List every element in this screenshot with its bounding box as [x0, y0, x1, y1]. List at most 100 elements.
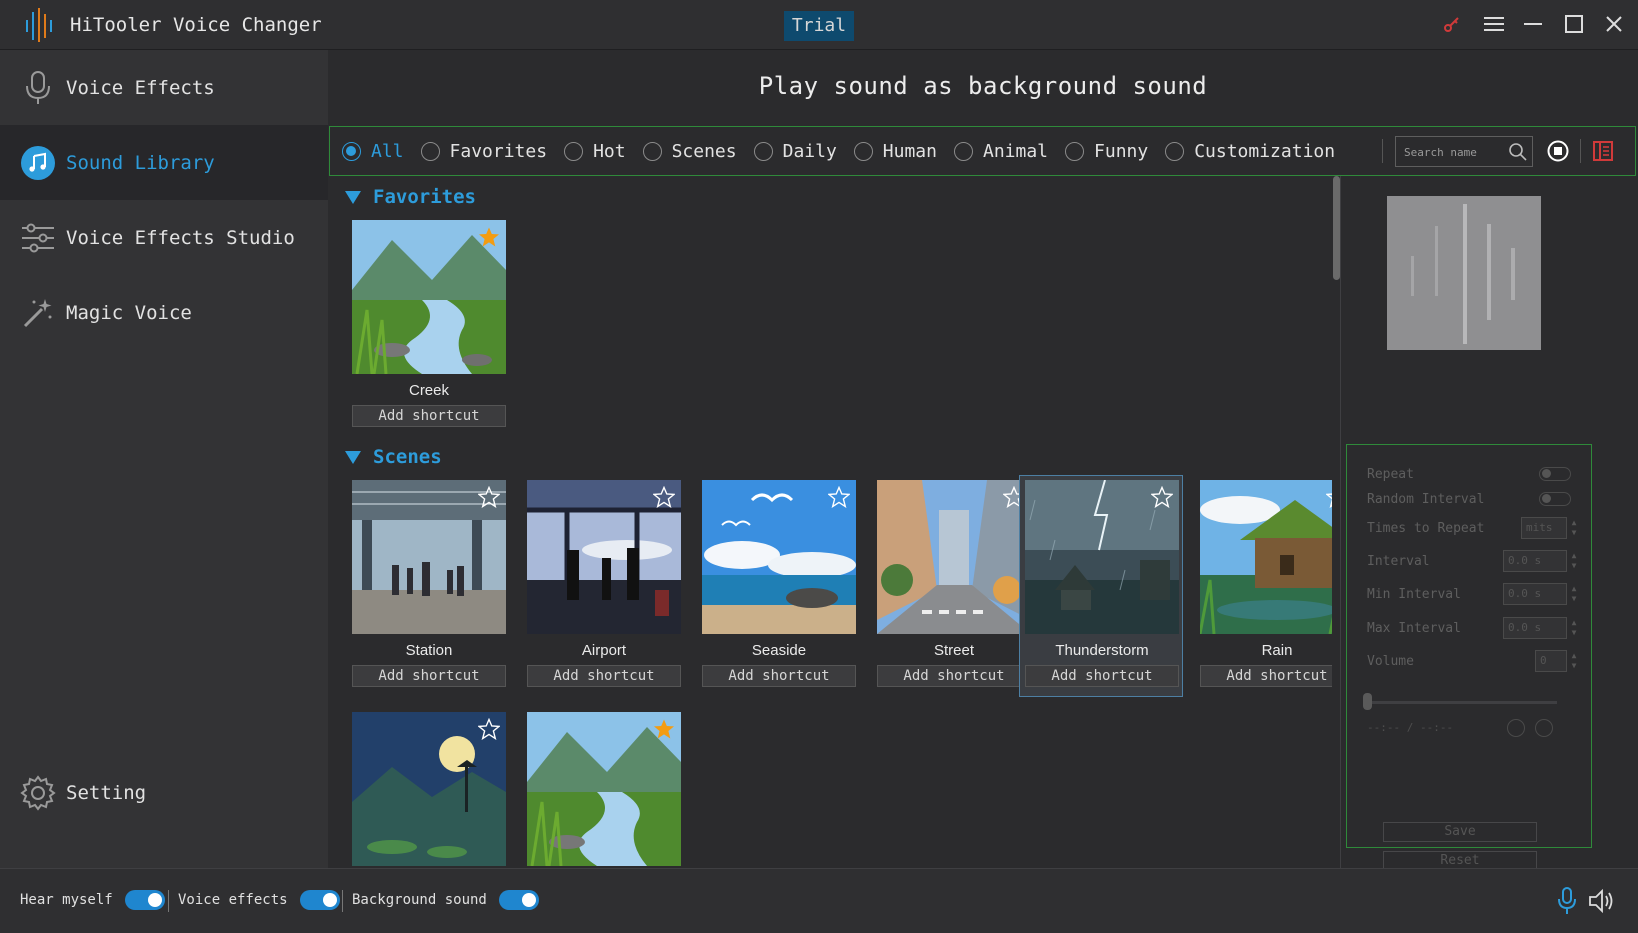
favorite-star-icon[interactable] [477, 485, 501, 509]
magic-wand-icon [20, 295, 56, 331]
spin-arrows-icon[interactable]: ▲ ▼ [1568, 651, 1580, 673]
times-to-repeat-value: mits [1526, 521, 1553, 534]
add-shortcut-button[interactable]: Add shortcut [352, 665, 506, 687]
filter-funny[interactable]: Funny [1065, 141, 1148, 162]
section-title: Favorites [373, 186, 476, 208]
sound-name: Seaside [751, 642, 807, 659]
min-interval-input[interactable]: 0.0 s ▲ ▼ [1503, 583, 1576, 605]
microphone-icon[interactable] [1556, 887, 1578, 919]
search-input[interactable] [1404, 143, 1504, 161]
max-interval-input[interactable]: 0.0 s ▲ ▼ [1503, 617, 1576, 639]
favorite-star-icon[interactable] [478, 226, 500, 248]
sidebar-item-label: Setting [66, 781, 147, 804]
filter-scenes[interactable]: Scenes [642, 141, 737, 162]
sound-name: Creek [408, 382, 449, 399]
add-shortcut-button[interactable]: Add shortcut [702, 665, 856, 687]
sidebar-item-magic-voice[interactable]: Magic Voice [0, 275, 328, 350]
sound-name: Station [405, 642, 453, 659]
close-icon[interactable] [1598, 8, 1630, 40]
repeat-toggle[interactable] [1539, 467, 1571, 481]
sidebar-item-label: Voice Effects Studio [66, 226, 295, 249]
rain-thumbnail[interactable] [1200, 480, 1332, 634]
list-view-icon[interactable] [1592, 140, 1614, 166]
background-sound-control: Background sound [352, 890, 539, 910]
gear-icon [20, 774, 56, 811]
filter-hot[interactable]: Hot [564, 141, 626, 162]
filter-customization[interactable]: Customization [1165, 141, 1335, 162]
sidebar-item-voice-effects-studio[interactable]: Voice Effects Studio [0, 200, 328, 275]
add-shortcut-button[interactable]: Add shortcut [527, 665, 681, 687]
favorite-star-icon[interactable] [652, 485, 676, 509]
spin-arrows-icon[interactable]: ▲ ▼ [1568, 584, 1580, 606]
spin-arrows-icon[interactable]: ▲ ▼ [1568, 618, 1580, 640]
favorite-star-icon[interactable] [827, 485, 851, 509]
filter-human[interactable]: Human [853, 141, 937, 162]
search-box[interactable] [1395, 136, 1533, 167]
vertical-scrollbar[interactable] [1332, 176, 1340, 868]
play-icon[interactable] [1507, 719, 1525, 737]
divider [1382, 139, 1383, 163]
sidebar: Voice Effects Sound Library Voice Effect… [0, 50, 328, 868]
voice-effects-control: Voice effects [178, 890, 340, 910]
background-sound-toggle[interactable] [498, 890, 539, 910]
sidebar-item-sound-library[interactable]: Sound Library [0, 125, 328, 200]
microphone-icon [20, 70, 56, 106]
volume-input[interactable]: 0 ▲ ▼ [1535, 650, 1576, 672]
menu-icon[interactable] [1478, 8, 1510, 40]
add-shortcut-button[interactable]: Add shortcut [352, 405, 506, 427]
maximize-icon[interactable] [1558, 8, 1590, 40]
min-interval-value: 0.0 s [1508, 587, 1542, 600]
voice-effects-label: Voice effects [178, 892, 288, 908]
favorite-star-icon[interactable] [477, 717, 501, 741]
collapse-triangle-icon [345, 450, 361, 464]
spin-arrows-icon[interactable]: ▲ ▼ [1568, 551, 1580, 573]
favorite-star-icon[interactable] [1150, 485, 1174, 509]
sidebar-item-label: Sound Library [66, 151, 215, 174]
app-logo-icon [26, 8, 52, 42]
interval-label: Interval [1367, 554, 1430, 569]
filter-daily[interactable]: Daily [753, 141, 837, 162]
interval-input[interactable]: 0.0 s ▲ ▼ [1503, 550, 1576, 572]
repeat-label: Repeat [1367, 467, 1414, 482]
add-shortcut-button[interactable]: Add shortcut [1025, 665, 1179, 687]
section-scenes-header[interactable]: Scenes [345, 446, 442, 468]
trial-badge[interactable]: Trial [784, 11, 854, 41]
save-button[interactable]: Save [1383, 822, 1537, 842]
voice-effects-toggle[interactable] [299, 890, 340, 910]
collapse-triangle-icon [345, 190, 361, 204]
volume-label: Volume [1367, 654, 1414, 669]
sound-name: Rain [1261, 642, 1293, 659]
title-bar: HiTooler Voice Changer Trial [0, 0, 1638, 50]
hear-myself-control: Hear myself [20, 890, 165, 910]
sound-settings-panel: Repeat Random Interval Times to Repeat m… [1340, 176, 1638, 871]
random-interval-toggle[interactable] [1539, 492, 1571, 506]
page-title: Play sound as background sound [758, 72, 1208, 100]
max-interval-value: 0.0 s [1508, 621, 1542, 634]
favorite-star-icon[interactable] [653, 718, 675, 740]
spin-arrows-icon[interactable]: ▲ ▼ [1568, 518, 1580, 540]
stop-icon[interactable] [1535, 719, 1553, 737]
progress-slider-track[interactable] [1367, 701, 1557, 704]
section-favorites-header[interactable]: Favorites [345, 186, 476, 208]
search-icon[interactable] [1508, 142, 1528, 166]
key-icon[interactable] [1436, 8, 1468, 40]
times-to-repeat-input[interactable]: mits ▲ ▼ [1521, 517, 1576, 539]
speaker-icon[interactable] [1588, 888, 1616, 918]
category-filter: All Favorites Hot Scenes Daily Human Ani… [342, 127, 1352, 175]
bottom-bar: Hear myself Voice effects Background sou… [0, 868, 1638, 933]
minimize-icon[interactable] [1518, 8, 1550, 40]
hear-myself-toggle[interactable] [124, 890, 165, 910]
progress-slider-knob[interactable] [1363, 693, 1372, 710]
add-shortcut-button[interactable]: Add shortcut [1200, 665, 1332, 687]
sound-preview-image [1387, 196, 1541, 350]
add-shortcut-button[interactable]: Add shortcut [877, 665, 1031, 687]
scrollbar-thumb[interactable] [1333, 176, 1340, 280]
filter-all[interactable]: All [342, 141, 404, 162]
stop-icon[interactable] [1547, 140, 1569, 166]
filter-animal[interactable]: Animal [953, 141, 1048, 162]
sidebar-item-voice-effects[interactable]: Voice Effects [0, 50, 328, 125]
filter-favorites[interactable]: Favorites [420, 141, 547, 162]
hear-myself-label: Hear myself [20, 892, 113, 908]
time-display: --:-- / --:-- [1367, 721, 1454, 734]
sidebar-item-setting[interactable]: Setting [0, 755, 328, 830]
